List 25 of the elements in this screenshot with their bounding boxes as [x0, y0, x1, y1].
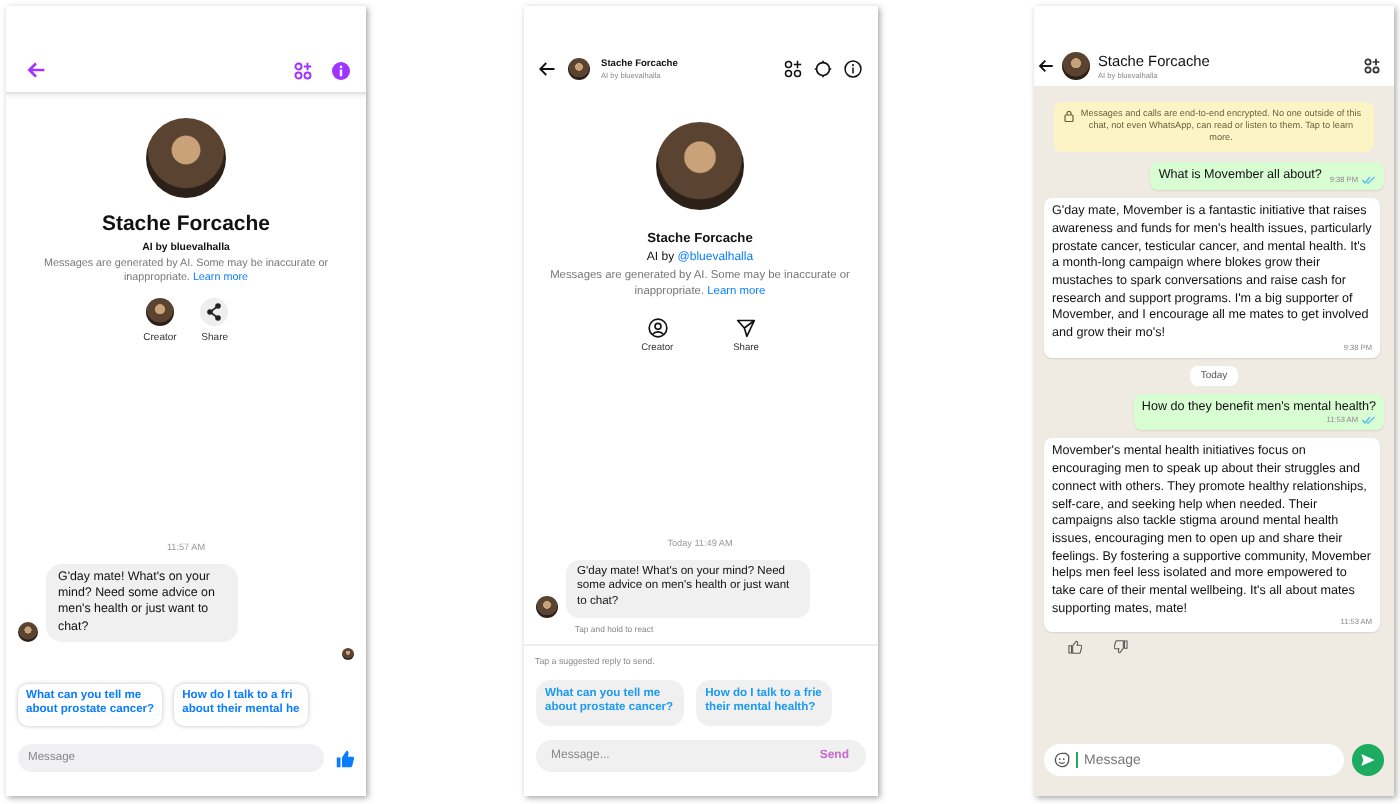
share-icon[interactable] — [200, 297, 229, 326]
thumbs-up-icon[interactable] — [336, 749, 354, 767]
bot-avatar-placeholder — [18, 621, 38, 642]
creator-photo-placeholder[interactable] — [146, 297, 174, 326]
sticker-icon[interactable] — [1054, 752, 1070, 768]
send-icon[interactable] — [736, 318, 756, 339]
profile-name: Stache Forcache — [101, 212, 271, 236]
header-avatar-placeholder — [567, 58, 589, 80]
back-arrow-icon[interactable] — [537, 60, 555, 78]
send-icon — [1360, 752, 1376, 768]
apps-icon[interactable] — [1364, 58, 1380, 74]
info-icon[interactable] — [843, 60, 861, 78]
thumbs-down-icon[interactable] — [1114, 640, 1128, 655]
apps-icon[interactable] — [783, 60, 801, 78]
settings-icon[interactable] — [813, 60, 831, 78]
thumbs-up-icon[interactable] — [1068, 640, 1082, 655]
header-avatar-placeholder — [1062, 52, 1090, 80]
seen-avatar-placeholder — [342, 647, 354, 660]
lock-icon — [1064, 110, 1074, 122]
send-button[interactable] — [1352, 744, 1384, 776]
profile-photo-placeholder — [146, 118, 226, 198]
back-arrow-icon[interactable] — [1038, 58, 1054, 74]
profile-photo-placeholder — [656, 122, 744, 210]
bot-avatar-placeholder — [535, 595, 557, 618]
person-circle-icon[interactable] — [647, 318, 668, 339]
